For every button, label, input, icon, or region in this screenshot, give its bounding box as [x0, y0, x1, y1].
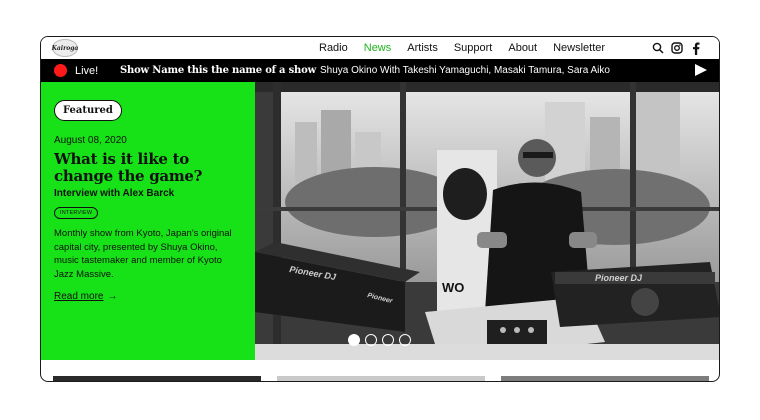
- read-more-link[interactable]: Read more: [54, 291, 103, 302]
- feature-title[interactable]: What is it like to change the game?: [54, 151, 242, 185]
- nav-links: Radio News Artists Support About Newslet…: [319, 37, 621, 59]
- arrow-right-icon: →: [107, 291, 118, 302]
- logo-text: Kairoga: [51, 44, 79, 52]
- carousel-dot-3[interactable]: [382, 334, 394, 346]
- read-more-row: Read more →: [54, 281, 242, 304]
- carousel-dot-1[interactable]: [348, 334, 360, 346]
- featured-badge: Featured: [54, 100, 122, 121]
- nav-item-support[interactable]: Support: [454, 42, 493, 54]
- feature-date: August 08, 2020: [54, 135, 127, 146]
- nav-item-newsletter[interactable]: Newsletter: [553, 42, 605, 54]
- facebook-icon[interactable]: [689, 42, 702, 55]
- nav-item-about[interactable]: About: [508, 42, 537, 54]
- feature-description: Monthly show from Kyoto, Japan's origina…: [54, 228, 232, 280]
- nav-item-radio[interactable]: Radio: [319, 42, 348, 54]
- article-thumbnail-3[interactable]: [501, 376, 709, 381]
- live-indicator-icon: [54, 64, 67, 77]
- article-thumbnail-1[interactable]: [53, 376, 261, 381]
- featured-panel: Featured August 08, 2020 What is it like…: [41, 82, 255, 360]
- carousel-dot-4[interactable]: [399, 334, 411, 346]
- live-bar: Live! Show Name this the name of a show …: [41, 59, 719, 82]
- hero-image: WO Pioneer DJ Pioneer Pioneer DJ: [255, 82, 719, 360]
- instagram-icon[interactable]: [670, 42, 683, 55]
- app-frame: Kairoga Radio News Artists Support About…: [40, 36, 720, 382]
- equipment-label-right: Pioneer DJ: [595, 273, 643, 283]
- nav-item-artists[interactable]: Artists: [407, 42, 438, 54]
- article-thumbnail-2[interactable]: [277, 376, 485, 381]
- nav-icons: [651, 37, 708, 59]
- station-logo-icon[interactable]: Kairoga: [52, 39, 78, 57]
- category-tag[interactable]: INTERVIEW: [54, 207, 99, 219]
- carousel-dot-2[interactable]: [365, 334, 377, 346]
- show-hosts: Shuya Okino With Takeshi Yamaguchi, Masa…: [320, 65, 610, 76]
- sign-text: WO: [442, 280, 464, 295]
- search-icon[interactable]: [651, 42, 664, 55]
- play-icon[interactable]: [695, 64, 707, 76]
- dj-photo: WO Pioneer DJ Pioneer Pioneer DJ: [255, 82, 719, 360]
- nav-item-news[interactable]: News: [364, 42, 392, 54]
- show-name[interactable]: Show Name this the name of a show: [120, 65, 316, 76]
- feature-subtitle: Interview with Alex Barck: [54, 188, 175, 199]
- live-label: Live!: [75, 64, 99, 77]
- top-nav: Kairoga Radio News Artists Support About…: [41, 37, 719, 59]
- carousel-dots: [348, 334, 416, 346]
